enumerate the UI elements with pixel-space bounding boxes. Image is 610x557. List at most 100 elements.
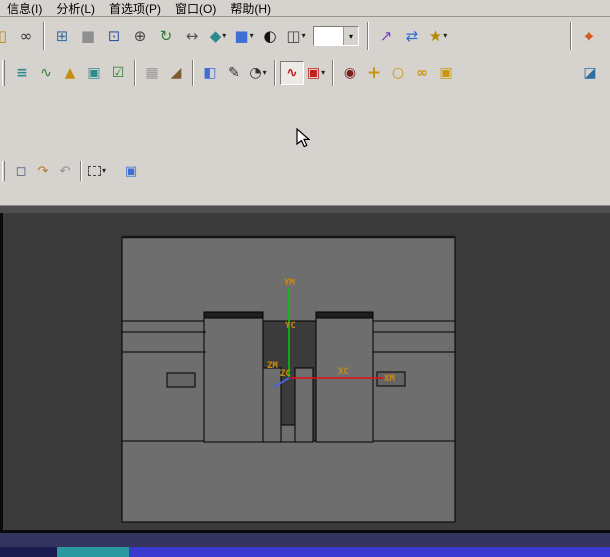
gold-link-icon[interactable]: ∞ <box>410 61 434 85</box>
label-xc: XC <box>338 367 349 377</box>
pattern-dropdown-icon[interactable]: ▾ <box>443 32 447 40</box>
right-box-icon[interactable]: ◪ <box>578 61 602 85</box>
time-report-glyph: ◔ <box>249 65 262 81</box>
right-tower[interactable] <box>315 311 374 443</box>
fit-view-icon[interactable]: ■ <box>75 23 101 49</box>
selection-box-glyph <box>87 166 101 176</box>
gold-circle-icon[interactable]: ○ <box>386 61 410 85</box>
motion-sim-glyph: ▣ <box>306 65 321 81</box>
right-tower-cap <box>315 311 374 319</box>
progress-segment-dark <box>0 547 57 557</box>
toolbar-standard: ◫ ∞ ⊞ ■ ⊡ ⊕ ↻ ↔ ◆ ▾ ■ ▾ ◐ ◫ ▾ ▾ ↗ ⇄ ★ ▾ … <box>0 17 610 55</box>
rotate-view-icon[interactable]: ↻ <box>153 23 179 49</box>
label-xm: XM <box>384 374 395 384</box>
toolbar-application: ≡ ∿ ▲ ▣ ☑ ▦ ◢ ◧ ✎ ◔ ▾ ∿ ▣ ▾ ◉ + ○ ∞ ▣ ◪ <box>0 55 610 91</box>
panel-gap <box>0 185 610 205</box>
view-combo-dropdown-icon[interactable]: ▾ <box>343 27 358 45</box>
layout-glyph: ◫ <box>286 26 301 45</box>
graphics-viewport[interactable]: YM YC ZM ZC XC XM <box>0 213 610 530</box>
tile-windows-icon[interactable]: ⊞ <box>49 23 75 49</box>
shaded-view-glyph: ◆ <box>209 26 222 45</box>
bottom-plate[interactable] <box>121 440 456 523</box>
work-part-cube-icon[interactable]: ▣ <box>120 160 142 182</box>
viewport-top-edge <box>0 205 610 213</box>
toolbar-separator <box>80 160 82 182</box>
isometric-view-icon[interactable]: ■ ▾ <box>231 23 257 49</box>
gold-group-icon[interactable]: ▣ <box>434 61 458 85</box>
tool-cone-icon[interactable]: ◢ <box>164 61 188 85</box>
toolbar-separator <box>43 22 45 50</box>
label-yc: YC <box>285 321 296 331</box>
left-tower[interactable] <box>203 311 264 443</box>
cursor-arrow <box>296 128 310 148</box>
toolbar-separator <box>134 60 136 86</box>
shaded-view-dropdown-icon[interactable]: ▾ <box>222 32 226 40</box>
display-mode-icon[interactable]: ◐ <box>257 23 283 49</box>
menu-preferences[interactable]: 首选项(P) <box>102 0 168 16</box>
left-tower-cap <box>203 311 264 319</box>
menu-info[interactable]: 信息(I) <box>0 0 49 16</box>
view-combo[interactable]: ▾ <box>313 26 359 46</box>
mouse-cursor <box>296 128 310 148</box>
view-combo-value[interactable] <box>314 27 343 45</box>
undo-arrow-icon[interactable]: ↶ <box>54 160 76 182</box>
selection-box-dropdown-icon[interactable]: ▾ <box>102 167 106 175</box>
checklist-icon[interactable]: ☑ <box>106 61 130 85</box>
layout-icon[interactable]: ◫ ▾ <box>283 23 309 49</box>
progress-segment-teal <box>57 547 129 557</box>
progress-segment-blue <box>129 547 610 557</box>
menu-analysis[interactable]: 分析(L) <box>49 0 102 16</box>
swap-component-icon[interactable]: ⇄ <box>399 23 425 49</box>
wcs-icon[interactable]: ⌖ <box>576 23 602 49</box>
toolbar-grip[interactable] <box>2 161 5 181</box>
toolbar-selection: ◻ ↷ ↶ ▾ ▣ <box>0 157 610 185</box>
pattern-icon[interactable]: ★ ▾ <box>425 23 451 49</box>
label-zm: ZM <box>267 361 278 371</box>
check-glasses-icon[interactable]: ◉ <box>338 61 362 85</box>
isometric-view-glyph: ■ <box>234 26 249 45</box>
move-component-icon[interactable]: ↗ <box>373 23 399 49</box>
status-bar <box>0 533 610 547</box>
find-icon[interactable]: ∞ <box>13 23 39 49</box>
pan-view-icon[interactable]: ↔ <box>179 23 205 49</box>
isometric-view-dropdown-icon[interactable]: ▾ <box>250 32 254 40</box>
toolbar-separator <box>274 60 276 86</box>
edit-sheet-icon[interactable]: ✎ <box>222 61 246 85</box>
mold-csys-icon[interactable]: ▣ <box>82 61 106 85</box>
program-order-icon[interactable]: ≡ <box>10 61 34 85</box>
progress-strip <box>0 547 610 557</box>
layout-dropdown-icon[interactable]: ▾ <box>302 32 306 40</box>
create-geometry-icon[interactable]: ▲ <box>58 61 82 85</box>
menu-help[interactable]: 帮助(H) <box>223 0 278 16</box>
left-slot[interactable] <box>166 372 196 388</box>
menu-window[interactable]: 窗口(O) <box>168 0 223 16</box>
waveform-icon[interactable]: ∿ <box>280 61 304 85</box>
zoom-window-icon[interactable]: ⊡ <box>101 23 127 49</box>
shaded-view-icon[interactable]: ◆ ▾ <box>205 23 231 49</box>
selection-box-icon[interactable]: ▾ <box>86 160 108 182</box>
redo-arrow-icon[interactable]: ↷ <box>32 160 54 182</box>
process-curve-icon[interactable]: ∿ <box>34 61 58 85</box>
display-part-icon[interactable]: ◻ <box>10 160 32 182</box>
time-report-icon[interactable]: ◔ ▾ <box>246 61 270 85</box>
menu-bar: 信息(I) 分析(L) 首选项(P) 窗口(O) 帮助(H) <box>0 0 610 17</box>
pattern-glyph: ★ <box>428 26 443 45</box>
time-report-dropdown-icon[interactable]: ▾ <box>263 69 267 77</box>
core-pin-left[interactable] <box>262 367 282 443</box>
toolbar-separator <box>192 60 194 86</box>
export-icon[interactable]: ◫ <box>0 23 13 49</box>
toolbar-grip[interactable] <box>2 60 5 86</box>
toolbar-separator <box>367 22 369 50</box>
toolbar-separator <box>570 22 572 50</box>
core-pin-right[interactable] <box>294 367 314 443</box>
zoom-icon[interactable]: ⊕ <box>127 23 153 49</box>
toolbar-separator <box>332 60 334 86</box>
motion-sim-dropdown-icon[interactable]: ▾ <box>321 69 325 77</box>
workpiece-icon[interactable]: ◧ <box>198 61 222 85</box>
gold-plus-icon[interactable]: + <box>362 61 386 85</box>
label-zc: ZC <box>280 369 291 379</box>
label-ym: YM <box>284 278 295 288</box>
blank-block-icon[interactable]: ▦ <box>140 61 164 85</box>
model-canvas[interactable]: YM YC ZM ZC XC XM <box>3 213 610 530</box>
motion-sim-icon[interactable]: ▣ ▾ <box>304 61 328 85</box>
